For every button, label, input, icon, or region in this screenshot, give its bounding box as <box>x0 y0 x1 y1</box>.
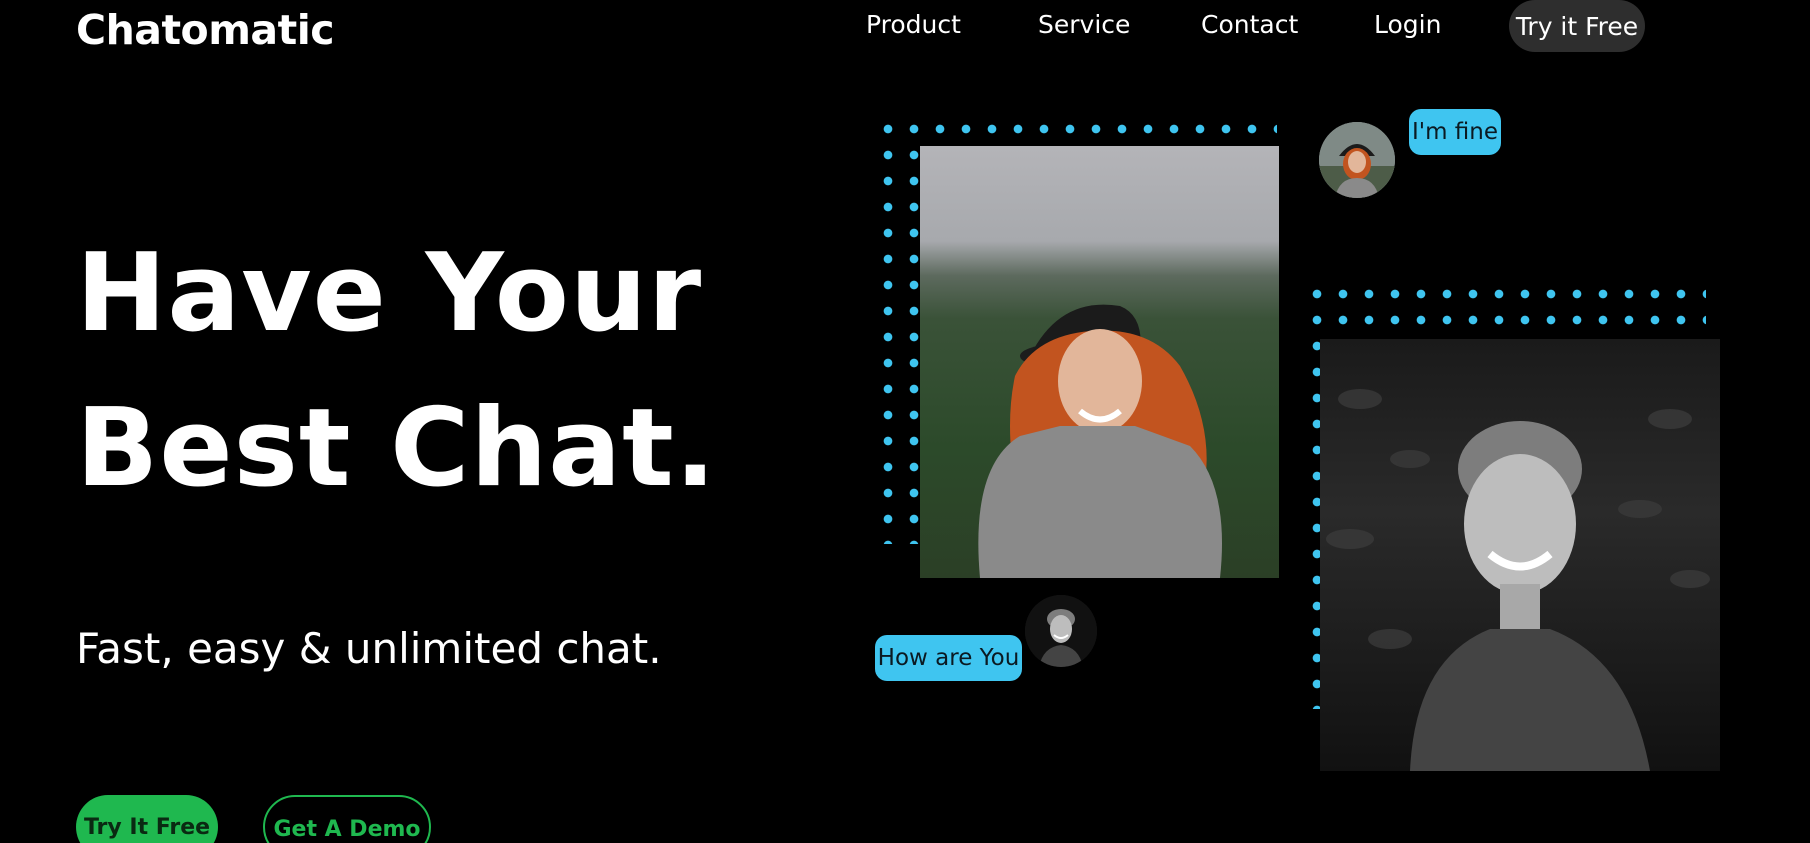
chat-bubble-message: How are You <box>875 635 1022 681</box>
chat-bubble-reply: I'm fine <box>1409 109 1501 155</box>
get-a-demo-button[interactable]: Get A Demo <box>263 795 431 843</box>
nav-try-free-button[interactable]: Try it Free <box>1509 0 1645 52</box>
try-it-free-button[interactable]: Try It Free <box>76 795 218 843</box>
brand-logo[interactable]: Chatomatic <box>76 6 335 54</box>
woman-avatar <box>1319 122 1395 198</box>
nav-service[interactable]: Service <box>1038 10 1130 40</box>
hero-title-line-1: Have Your <box>76 231 703 356</box>
man-avatar <box>1025 595 1097 667</box>
landing-page: Chatomatic Product Service Contact Login… <box>0 0 1810 843</box>
nav-login[interactable]: Login <box>1374 10 1441 40</box>
smiling-woman-photo <box>920 146 1279 578</box>
hero-title-line-2: Best Chat. <box>76 386 717 511</box>
nav-product[interactable]: Product <box>866 10 961 40</box>
hero-subtitle: Fast, easy & unlimited chat. <box>76 624 662 673</box>
nav-contact[interactable]: Contact <box>1201 10 1298 40</box>
smiling-man-photo <box>1320 339 1720 771</box>
